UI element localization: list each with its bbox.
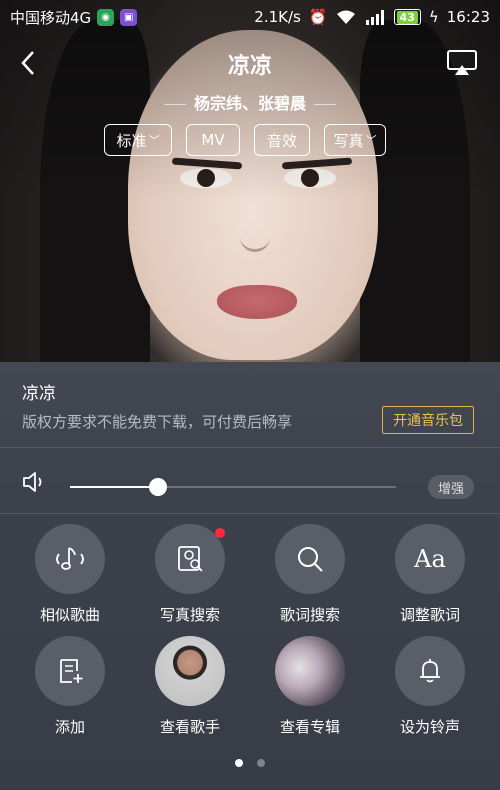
status-bar: 中国移动4G ◉ ▣ 2.1K/s ⏰ 43 ϟ 16:23 bbox=[0, 0, 500, 34]
artist-name[interactable]: 杨宗纬、张碧晨 bbox=[0, 90, 500, 114]
add-to-list-button[interactable]: 添加 bbox=[10, 636, 130, 737]
clock: 16:23 bbox=[446, 8, 490, 26]
view-singer-button[interactable]: 查看歌手 bbox=[130, 636, 250, 737]
song-title: 凉凉 bbox=[227, 54, 272, 79]
singer-avatar bbox=[155, 636, 225, 706]
action-label: 相似歌曲 bbox=[39, 606, 100, 624]
chevron-down-icon: ﹀ bbox=[365, 134, 377, 147]
page-dot[interactable] bbox=[257, 759, 265, 767]
wechat-notification-icon: ◉ bbox=[97, 8, 115, 26]
chevron-down-icon: ﹀ bbox=[148, 134, 160, 147]
action-label: 查看专辑 bbox=[279, 718, 340, 736]
wifi-icon bbox=[336, 10, 355, 24]
volume-control: 增强 bbox=[0, 448, 500, 514]
search-icon bbox=[298, 547, 323, 572]
carrier-label: 中国移动4G bbox=[10, 8, 92, 27]
font-adjust-icon: Aa bbox=[414, 545, 446, 573]
action-label: 调整歌词 bbox=[399, 606, 460, 624]
action-label: 查看歌手 bbox=[159, 718, 220, 736]
lyrics-search-button[interactable]: 歌词搜索 bbox=[250, 524, 370, 625]
copyright-notice: 版权方要求不能免费下载，可付费后畅享 bbox=[22, 413, 293, 431]
new-badge bbox=[215, 528, 225, 538]
page-indicator bbox=[0, 759, 500, 767]
add-to-list-icon bbox=[60, 659, 83, 683]
action-label: 歌词搜索 bbox=[279, 606, 340, 624]
music-package-button[interactable]: 开通音乐包 bbox=[382, 406, 474, 434]
volume-boost-button[interactable]: 增强 bbox=[427, 475, 474, 499]
mv-button[interactable]: MV bbox=[186, 124, 240, 156]
album-cover bbox=[275, 636, 345, 706]
charging-icon: ϟ bbox=[428, 8, 439, 26]
action-label: 添加 bbox=[54, 718, 85, 736]
cast-button[interactable] bbox=[446, 48, 478, 78]
battery-indicator: 43 bbox=[393, 9, 421, 25]
gallery-notification-icon: ▣ bbox=[120, 8, 138, 26]
volume-slider[interactable] bbox=[70, 478, 396, 496]
player-header: 凉凉 bbox=[0, 40, 500, 88]
adjust-lyrics-button[interactable]: Aa 调整歌词 bbox=[370, 524, 490, 625]
volume-slider-knob[interactable] bbox=[149, 478, 168, 496]
action-label: 设为铃声 bbox=[399, 718, 460, 736]
quality-dropdown[interactable]: 标准 ﹀ bbox=[104, 124, 172, 156]
action-label: 写真搜索 bbox=[159, 606, 220, 624]
similar-songs-button[interactable]: 相似歌曲 bbox=[10, 524, 130, 625]
page-dot[interactable] bbox=[235, 759, 243, 767]
song-name: 凉凉 bbox=[22, 384, 56, 404]
similar-songs-icon bbox=[56, 547, 84, 570]
photo-mode-dropdown[interactable]: 写真 ﹀ bbox=[324, 124, 386, 156]
speaker-icon[interactable] bbox=[22, 471, 48, 493]
bell-icon bbox=[420, 659, 440, 683]
photo-search-icon bbox=[178, 546, 203, 572]
signal-icon bbox=[365, 10, 384, 25]
sound-effect-button[interactable]: 音效 bbox=[254, 124, 310, 156]
view-album-button[interactable]: 查看专辑 bbox=[250, 636, 370, 737]
network-speed: 2.1K/s bbox=[254, 8, 301, 26]
set-ringtone-button[interactable]: 设为铃声 bbox=[370, 636, 490, 737]
player-options: 标准 ﹀ MV 音效 写真 ﹀ bbox=[104, 124, 386, 156]
song-info: 凉凉 版权方要求不能免费下载，可付费后畅享 开通音乐包 bbox=[0, 362, 500, 448]
photo-search-button[interactable]: 写真搜索 bbox=[130, 524, 250, 625]
options-panel: 凉凉 版权方要求不能免费下载，可付费后畅享 开通音乐包 增强 相似歌曲 写真搜索… bbox=[0, 362, 500, 790]
alarm-icon: ⏰ bbox=[308, 8, 328, 26]
